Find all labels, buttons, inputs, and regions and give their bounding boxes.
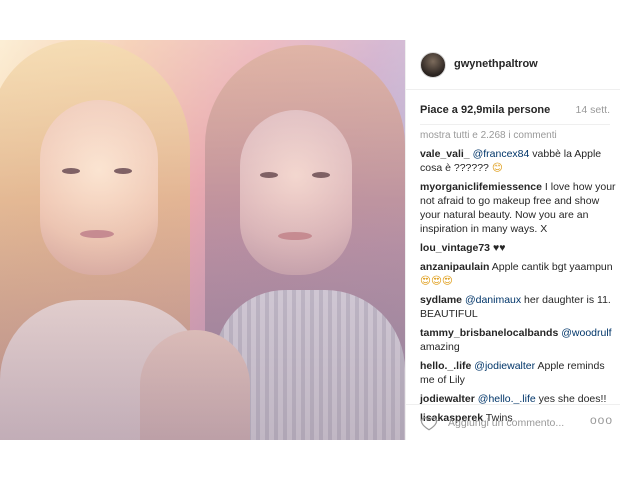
comment-item: hello._.life @jodiewalter Apple reminds … xyxy=(420,359,616,387)
comment-username[interactable]: lou_vintage73 xyxy=(420,242,490,254)
comment-item: anzanipaulain Apple cantik bgt yaampun 😍… xyxy=(420,260,616,288)
comment-mention[interactable]: @francex84 xyxy=(473,148,530,160)
post-sidebar: gwynethpaltrow Piace a 92,9mila persone … xyxy=(405,40,620,440)
comment-item: vale_vali_ @francex84 vabbè la Apple cos… xyxy=(420,147,616,175)
more-options-icon[interactable]: ooo xyxy=(590,413,613,427)
comment-text: Apple cantik bgt yaampun xyxy=(491,261,613,273)
post-header: gwynethpaltrow xyxy=(406,40,620,90)
comment-list: vale_vali_ @francex84 vabbè la Apple cos… xyxy=(420,147,616,430)
divider xyxy=(420,124,610,125)
avatar[interactable] xyxy=(420,52,446,78)
post-meta: Piace a 92,9mila persone 14 sett. xyxy=(420,104,610,120)
comment-item: lou_vintage73 ♥♥ xyxy=(420,241,616,255)
comment-item: myorganiclifemiessence I love how your n… xyxy=(420,180,616,236)
comment-mention[interactable]: @danimaux xyxy=(465,294,521,306)
comment-username[interactable]: tammy_brisbanelocalbands xyxy=(420,327,558,339)
comment-text: amazing xyxy=(420,341,460,353)
comment-text: ♥♥ xyxy=(492,242,506,254)
username-link[interactable]: gwynethpaltrow xyxy=(454,58,538,70)
comment-item: sydlame @danimaux her daughter is 11. BE… xyxy=(420,293,616,321)
comment-username[interactable]: anzanipaulain xyxy=(420,261,489,273)
likes-count[interactable]: Piace a 92,9mila persone xyxy=(420,104,550,116)
comment-username[interactable]: myorganiclifemiessence xyxy=(420,181,542,193)
comment-mention[interactable]: @jodiewalter xyxy=(474,360,535,372)
comment-item: tammy_brisbanelocalbands @woodrulf amazi… xyxy=(420,326,616,354)
show-all-comments-link[interactable]: mostra tutti e 2.268 i commenti xyxy=(420,130,557,141)
comment-mention[interactable]: @woodrulf xyxy=(561,327,611,339)
photo-overlay xyxy=(0,40,405,440)
post-footer: Aggiungi un commento... ooo xyxy=(406,404,620,440)
like-heart-icon[interactable] xyxy=(420,414,438,432)
add-comment-input[interactable]: Aggiungi un commento... xyxy=(448,417,564,429)
comment-username[interactable]: vale_vali_ xyxy=(420,148,470,160)
comment-username[interactable]: hello._.life xyxy=(420,360,471,372)
instagram-post: gwynethpaltrow Piace a 92,9mila persone … xyxy=(0,40,620,440)
post-timestamp[interactable]: 14 sett. xyxy=(576,104,610,116)
comment-emoji: 😍😍😍 xyxy=(420,275,453,287)
post-photo[interactable] xyxy=(0,40,405,440)
comment-username[interactable]: sydlame xyxy=(420,294,462,306)
comment-emoji: 😊 xyxy=(491,162,503,174)
